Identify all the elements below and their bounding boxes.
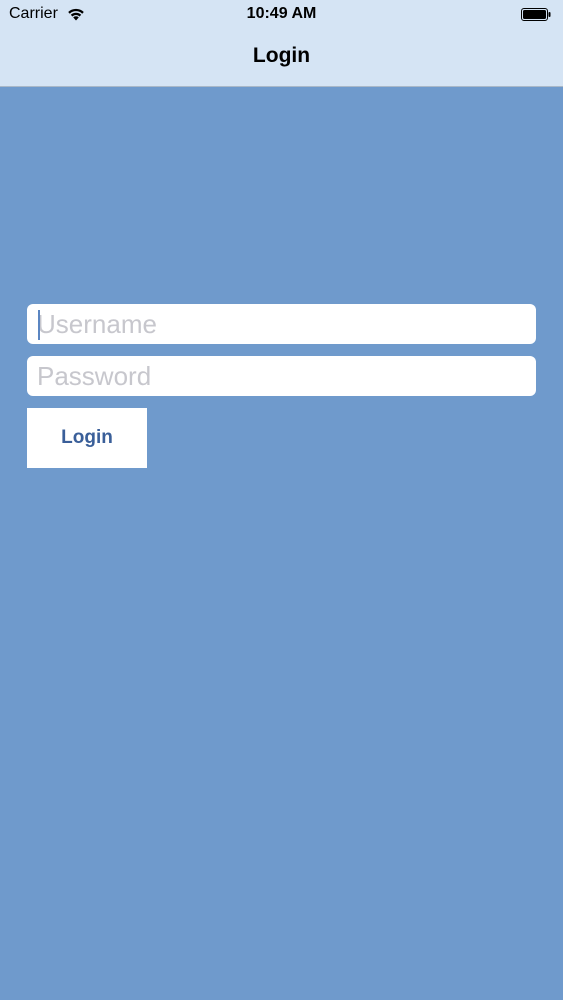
battery-icon xyxy=(521,8,551,21)
text-cursor xyxy=(38,310,40,340)
status-time: 10:49 AM xyxy=(246,5,317,22)
password-field[interactable] xyxy=(27,356,536,396)
username-field[interactable] xyxy=(27,304,536,344)
login-button[interactable]: Login xyxy=(27,408,147,468)
page-title: Login xyxy=(252,44,311,67)
navigation-bar: Carrier 10:49 AM Login xyxy=(0,0,563,87)
status-bar: Carrier 10:49 AM xyxy=(0,0,563,30)
